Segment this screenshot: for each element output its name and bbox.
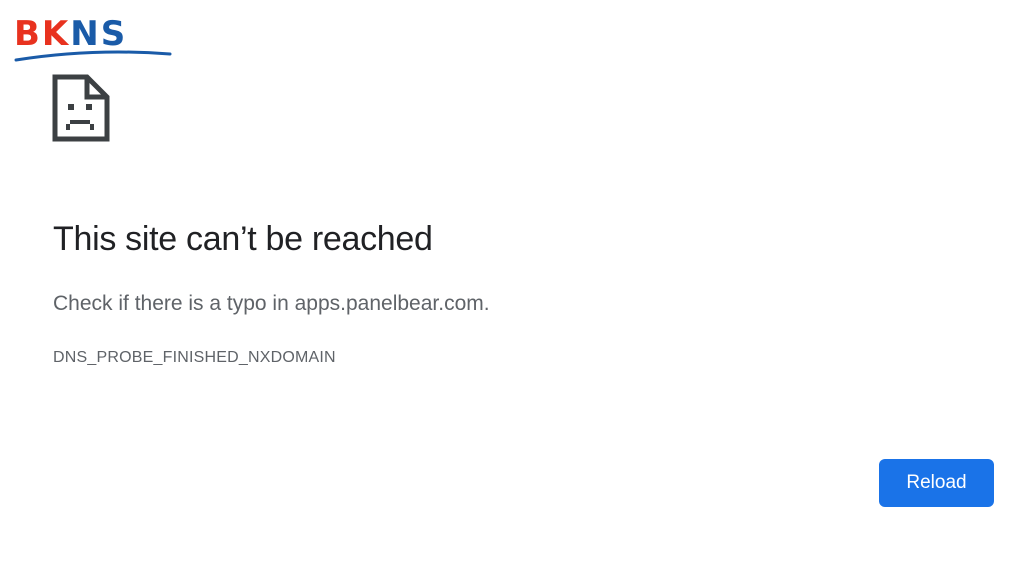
error-message: Check if there is a typo in apps.panelbe… [53,292,490,315]
bkns-logo: BKNS [12,14,172,64]
error-code: DNS_PROBE_FINISHED_NXDOMAIN [53,349,336,366]
logo-swoosh-icon [14,50,172,62]
sad-page-icon [52,74,110,142]
reload-button[interactable]: Reload [879,459,994,507]
page-title: This site can’t be reached [53,220,433,258]
